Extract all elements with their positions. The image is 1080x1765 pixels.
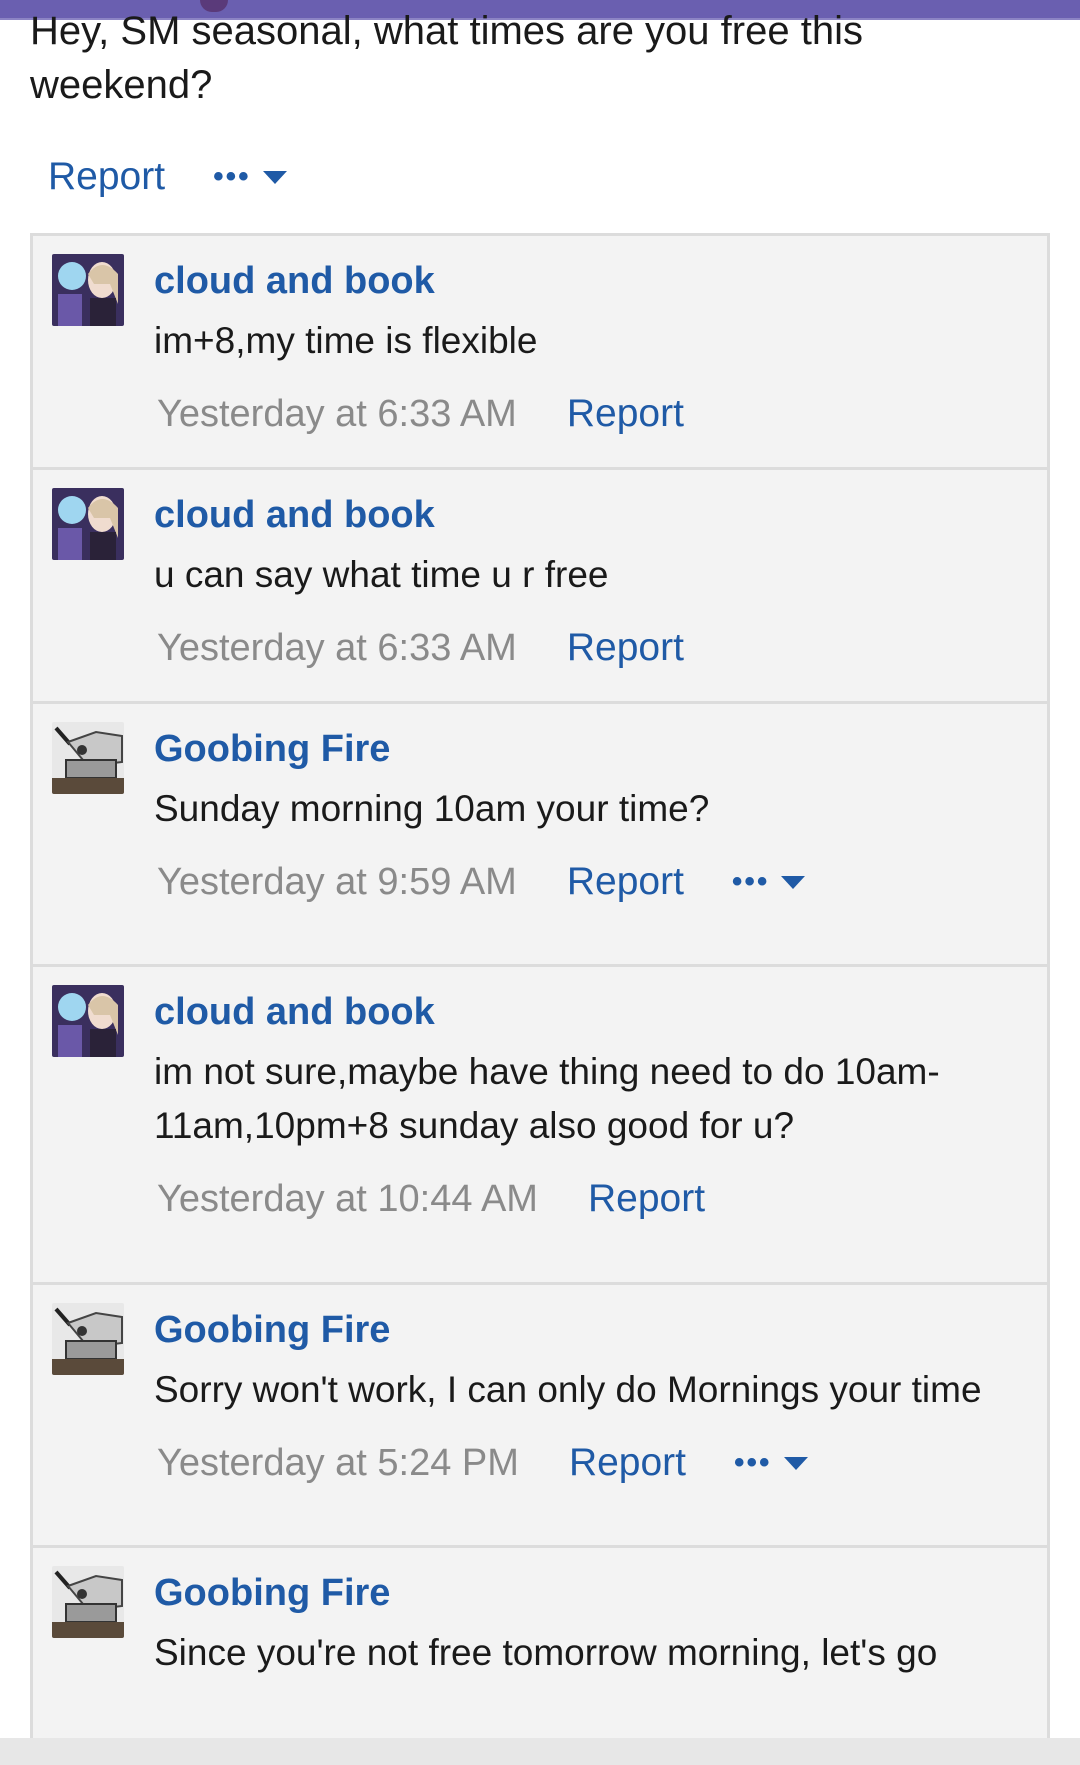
reply-report-link[interactable]: Report (567, 392, 684, 436)
reply-author[interactable]: Goobing Fire (154, 728, 390, 771)
reply-timestamp[interactable]: Yesterday at 5:24 PM (157, 1442, 519, 1485)
reply-author[interactable]: Goobing Fire (154, 1309, 390, 1352)
reply-report-link[interactable]: Report (567, 626, 684, 670)
reply-message: u can say what time u r free (154, 554, 609, 595)
anime-avatar-icon[interactable] (52, 985, 124, 1057)
reply-item: cloud and book im+8,my time is flexible … (33, 236, 1047, 470)
reply-meta: Yesterday at 10:44 AM Report (157, 1177, 705, 1221)
reply-meta: Yesterday at 6:33 AM Report (157, 392, 684, 436)
reply-more-menu[interactable]: ••• (732, 865, 806, 899)
reply-message: Sunday morning 10am your time? (154, 788, 710, 829)
caret-down-icon (783, 1456, 808, 1470)
reply-timestamp[interactable]: Yesterday at 10:44 AM (157, 1178, 538, 1221)
more-dots-icon: ••• (731, 865, 770, 898)
post-report-link[interactable]: Report (48, 155, 165, 199)
reply-author[interactable]: Goobing Fire (154, 1572, 390, 1615)
robot-avatar-icon[interactable] (52, 1566, 124, 1638)
reply-message: Sorry won't work, I can only do Mornings… (154, 1369, 982, 1410)
reply-author[interactable]: cloud and book (154, 494, 435, 537)
reply-timestamp[interactable]: Yesterday at 6:33 AM (157, 393, 517, 436)
caret-down-icon (781, 875, 806, 889)
robot-avatar-icon[interactable] (52, 1303, 124, 1375)
reply-meta: Yesterday at 9:59 AM Report ••• (157, 860, 806, 904)
reply-report-link[interactable]: Report (567, 860, 684, 904)
reply-item: cloud and book im not sure,maybe have th… (33, 967, 1047, 1285)
caret-down-icon (262, 170, 287, 184)
anime-avatar-icon[interactable] (52, 254, 124, 326)
post-actions: Report ••• (48, 152, 287, 202)
reply-more-menu[interactable]: ••• (734, 1446, 808, 1480)
post-more-menu[interactable]: ••• (213, 160, 287, 194)
reply-message: Since you're not free tomorrow morning, … (154, 1632, 938, 1673)
reply-report-link[interactable]: Report (588, 1177, 705, 1221)
reply-message: im+8,my time is flexible (154, 320, 538, 361)
bottom-strip (0, 1738, 1080, 1765)
post-message: Hey, SM seasonal, what times are you fre… (30, 9, 863, 107)
reply-item: Goobing Fire Sunday morning 10am your ti… (33, 704, 1047, 967)
reply-report-link[interactable]: Report (569, 1441, 686, 1485)
reply-message: im not sure,maybe have thing need to do … (154, 1051, 940, 1146)
reply-item: Goobing Fire Since you're not free tomor… (33, 1548, 1047, 1748)
reply-timestamp[interactable]: Yesterday at 9:59 AM (157, 861, 517, 904)
more-dots-icon: ••• (734, 1446, 772, 1479)
reply-timestamp[interactable]: Yesterday at 6:33 AM (157, 627, 517, 670)
reply-item: Goobing Fire Sorry won't work, I can onl… (33, 1285, 1047, 1548)
robot-avatar-icon[interactable] (52, 722, 124, 794)
anime-avatar-icon[interactable] (52, 488, 124, 560)
reply-author[interactable]: cloud and book (154, 260, 435, 303)
reply-thread: cloud and book im+8,my time is flexible … (30, 233, 1050, 1765)
more-dots-icon: ••• (213, 160, 251, 193)
reply-meta: Yesterday at 5:24 PM Report ••• (157, 1441, 808, 1485)
reply-meta: Yesterday at 6:33 AM Report (157, 626, 684, 670)
reply-author[interactable]: cloud and book (154, 991, 435, 1034)
reply-item: cloud and book u can say what time u r f… (33, 470, 1047, 704)
